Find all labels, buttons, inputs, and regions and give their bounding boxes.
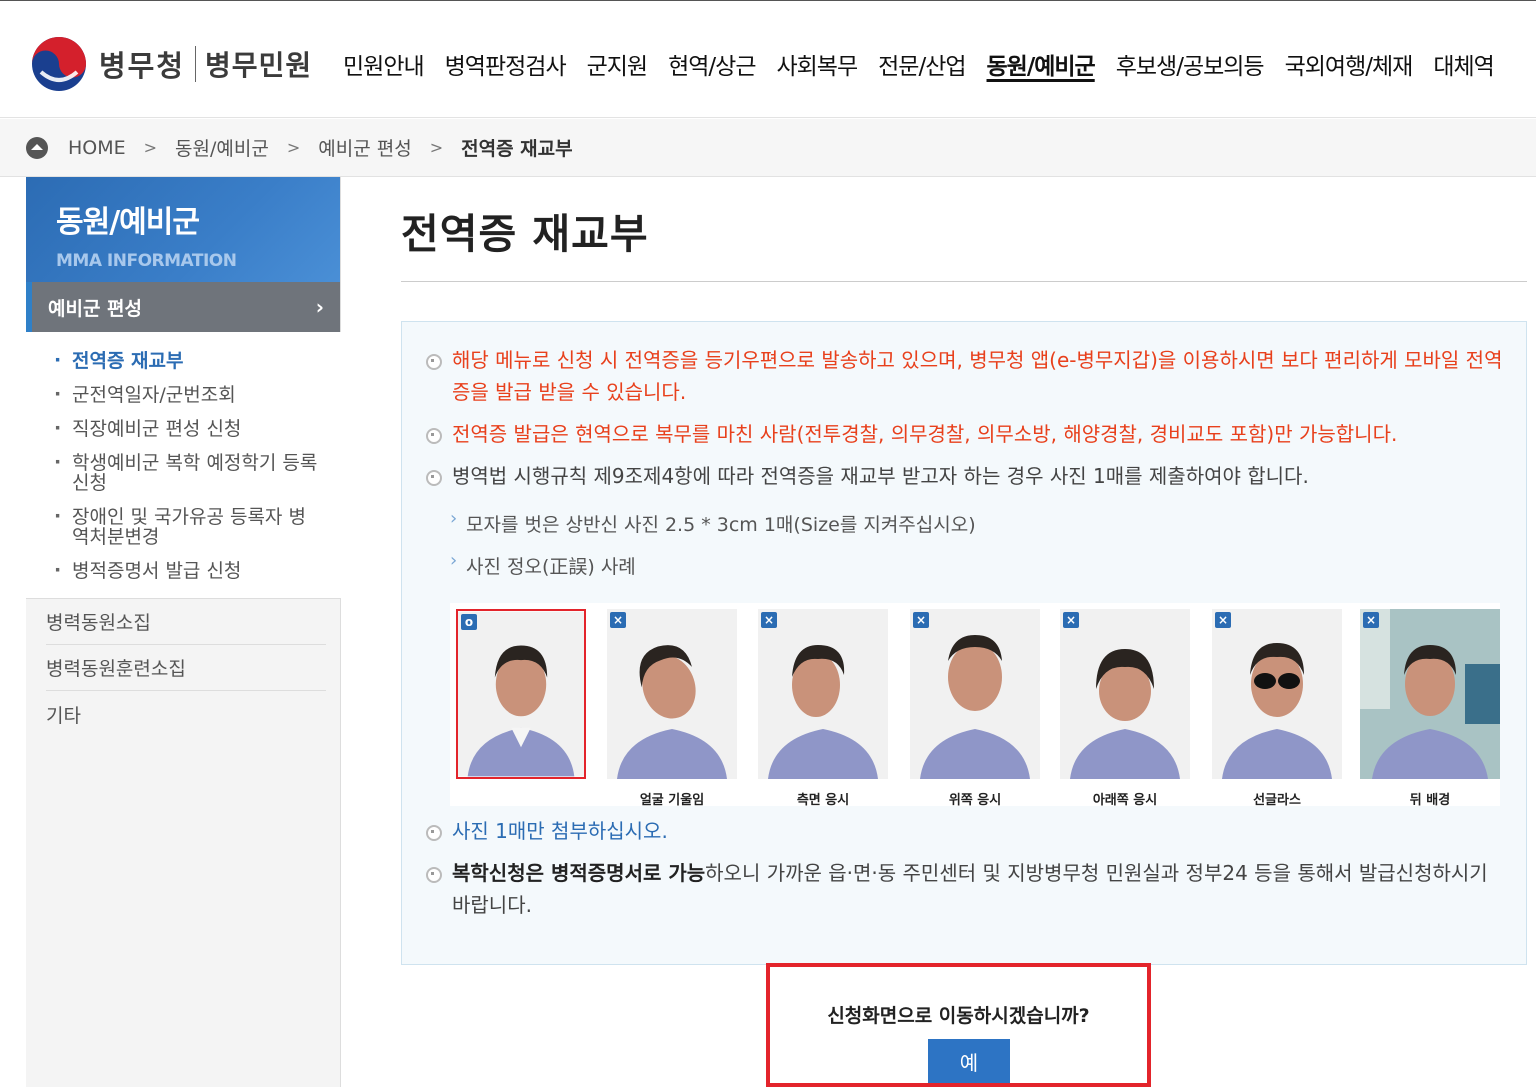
submenu-item-student-reserve[interactable]: 학생예비군 복학 예정학기 등록 신청 bbox=[54, 446, 341, 500]
submenu-item-service-certificate[interactable]: 병적증명서 발급 신청 bbox=[54, 554, 341, 588]
breadcrumb-separator: > bbox=[286, 138, 301, 157]
breadcrumb-reserve-organization[interactable]: 예비군 편성 bbox=[318, 134, 411, 161]
sidebar-header: 동원/예비군 MMA INFORMATION bbox=[26, 177, 340, 282]
sidebar-link-etc[interactable]: 기타 bbox=[46, 691, 326, 737]
taegeuk-logo-icon bbox=[32, 37, 86, 91]
breadcrumb-separator: > bbox=[143, 138, 158, 157]
sidebar-submenu: 전역증 재교부 군전역일자/군번조회 직장예비군 편성 신청 학생예비군 복학 … bbox=[26, 332, 341, 599]
photo-examples-label: 사진 정오(正誤) 사례 bbox=[450, 550, 636, 579]
nav-item-social-service[interactable]: 사회복무 bbox=[776, 47, 858, 81]
incorrect-mark-icon: × bbox=[1215, 612, 1231, 628]
photo-caption: 아래쪽 응시 bbox=[1092, 793, 1158, 808]
nav-item-active-duty[interactable]: 현역/상근 bbox=[668, 47, 756, 81]
photo-example-correct: o bbox=[456, 609, 586, 779]
breadcrumb-current: 전역증 재교부 bbox=[461, 138, 573, 160]
submenu-item-discharge-date-lookup[interactable]: 군전역일자/군번조회 bbox=[54, 378, 341, 412]
portrait-image bbox=[1212, 609, 1342, 779]
portrait-image bbox=[910, 609, 1040, 779]
info-box: 해당 메뉴로 신청 시 전역증을 등기우편으로 발송하고 있으며, 병무청 앱(… bbox=[401, 321, 1527, 965]
sidebar-title: 동원/예비군 bbox=[56, 205, 200, 240]
nav-item-mobilization-reserve[interactable]: 동원/예비군 bbox=[987, 47, 1096, 81]
notice-reenrollment: 복학신청은 병적증명서로 가능하오니 가까운 읍·면·동 주민센터 및 지방병무… bbox=[426, 857, 1506, 921]
breadcrumb-mobilization[interactable]: 동원/예비군 bbox=[175, 134, 269, 161]
photo-caption: 얼굴 기울임 bbox=[639, 793, 705, 808]
logo-divider bbox=[195, 46, 197, 82]
photo-example-side-view: × bbox=[758, 609, 888, 779]
portrait-image bbox=[607, 609, 737, 779]
photo-example-tilted: × bbox=[607, 609, 737, 779]
incorrect-mark-icon: × bbox=[1063, 612, 1079, 628]
sidebar-link-mobilization-training[interactable]: 병력동원훈련소집 bbox=[46, 645, 326, 691]
chevron-right-icon: › bbox=[315, 295, 324, 319]
portrait-image bbox=[758, 609, 888, 779]
breadcrumb-separator: > bbox=[429, 138, 444, 157]
nav-item-candidates[interactable]: 후보생/공보의등 bbox=[1116, 47, 1265, 81]
confirm-question: 신청화면으로 이동하시겠습니까? bbox=[827, 1005, 1090, 1027]
main-nav: 민원안내 병역판정검사 군지원 현역/상근 사회복무 전문/산업 동원/예비군 … bbox=[343, 47, 1515, 81]
nav-item-civil-guide[interactable]: 민원안내 bbox=[343, 47, 425, 81]
photo-caption: 위쪽 응시 bbox=[948, 793, 1002, 808]
portrait-image bbox=[1360, 609, 1500, 779]
site-logo[interactable]: 병무청 병무민원 bbox=[31, 36, 312, 92]
photo-caption: 뒤 배경 bbox=[1409, 793, 1451, 808]
sidebar-subtitle: MMA INFORMATION bbox=[56, 251, 237, 271]
nav-item-military-application[interactable]: 군지원 bbox=[587, 47, 648, 81]
notice-reenrollment-bold: 복학신청은 병적증명서로 가능 bbox=[452, 861, 706, 885]
photo-example-sunglasses: × bbox=[1212, 609, 1342, 779]
notice-one-photo: 사진 1매만 첨부하십시오. bbox=[426, 815, 1506, 847]
photo-example-looking-down: × bbox=[1060, 609, 1190, 779]
photo-size-rule: 모자를 벗은 상반신 사진 2.5 * 3cm 1매(Size를 지켜주십시오) bbox=[450, 508, 976, 537]
incorrect-mark-icon: × bbox=[1363, 612, 1379, 628]
incorrect-mark-icon: × bbox=[610, 612, 626, 628]
photo-example-looking-up: × bbox=[910, 609, 1040, 779]
submenu-item-workplace-reserve[interactable]: 직장예비군 편성 신청 bbox=[54, 412, 341, 446]
sidebar-section-reserve-organization[interactable]: 예비군 편성 › bbox=[26, 282, 340, 332]
photo-caption: 선글라스 bbox=[1253, 793, 1301, 808]
nav-item-physical-exam[interactable]: 병역판정검사 bbox=[445, 47, 567, 81]
page-title: 전역증 재교부 bbox=[401, 210, 649, 258]
photo-examples: o × × × × × × 얼굴 기울임 측면 응시 위쪽 응시 아래쪽 응시 … bbox=[450, 603, 1500, 808]
home-icon[interactable] bbox=[26, 136, 48, 159]
notice-mobile-card: 해당 메뉴로 신청 시 전역증을 등기우편으로 발송하고 있으며, 병무청 앱(… bbox=[426, 344, 1506, 408]
submenu-item-discharge-card-reissue[interactable]: 전역증 재교부 bbox=[54, 344, 341, 378]
yes-button[interactable]: 예 bbox=[928, 1039, 1010, 1083]
submenu-item-disability-change[interactable]: 장애인 및 국가유공 등록자 병역처분변경 bbox=[54, 500, 341, 554]
notice-eligibility: 전역증 발급은 현역으로 복무를 마친 사람(전투경찰, 의무경찰, 의무소방,… bbox=[426, 418, 1506, 450]
portrait-image bbox=[1060, 609, 1190, 779]
photo-example-background: × bbox=[1360, 609, 1500, 779]
incorrect-mark-icon: × bbox=[913, 612, 929, 628]
nav-item-overseas-travel[interactable]: 국외여행/체재 bbox=[1285, 47, 1414, 81]
logo-text: 병무청 bbox=[99, 49, 186, 83]
breadcrumb-home[interactable]: HOME bbox=[68, 137, 126, 159]
logo-subtext: 병무민원 bbox=[205, 49, 313, 82]
notice-photo-requirement: 병역법 시행규칙 제9조제4항에 따라 전역증을 재교부 받고자 하는 경우 사… bbox=[426, 460, 1506, 492]
title-divider bbox=[401, 281, 1527, 282]
sidebar: 동원/예비군 MMA INFORMATION 예비군 편성 › 전역증 재교부 … bbox=[26, 177, 341, 1087]
breadcrumb: HOME > 동원/예비군 > 예비군 편성 > 전역증 재교부 bbox=[0, 119, 1536, 177]
site-header: 병무청 병무민원 민원안내 병역판정검사 군지원 현역/상근 사회복무 전문/산… bbox=[0, 1, 1536, 118]
incorrect-mark-icon: × bbox=[761, 612, 777, 628]
sidebar-section-label: 예비군 편성 bbox=[48, 297, 143, 320]
confirm-dialog: 신청화면으로 이동하시겠습니까? 예 bbox=[766, 963, 1151, 1087]
correct-mark-icon: o bbox=[461, 614, 477, 630]
sidebar-link-mobilization-call[interactable]: 병력동원소집 bbox=[46, 599, 326, 645]
photo-caption: 측면 응시 bbox=[796, 793, 850, 808]
nav-item-expert-industry[interactable]: 전문/산업 bbox=[878, 47, 966, 81]
portrait-image bbox=[458, 611, 584, 777]
nav-item-alternative-service[interactable]: 대체역 bbox=[1433, 47, 1494, 81]
